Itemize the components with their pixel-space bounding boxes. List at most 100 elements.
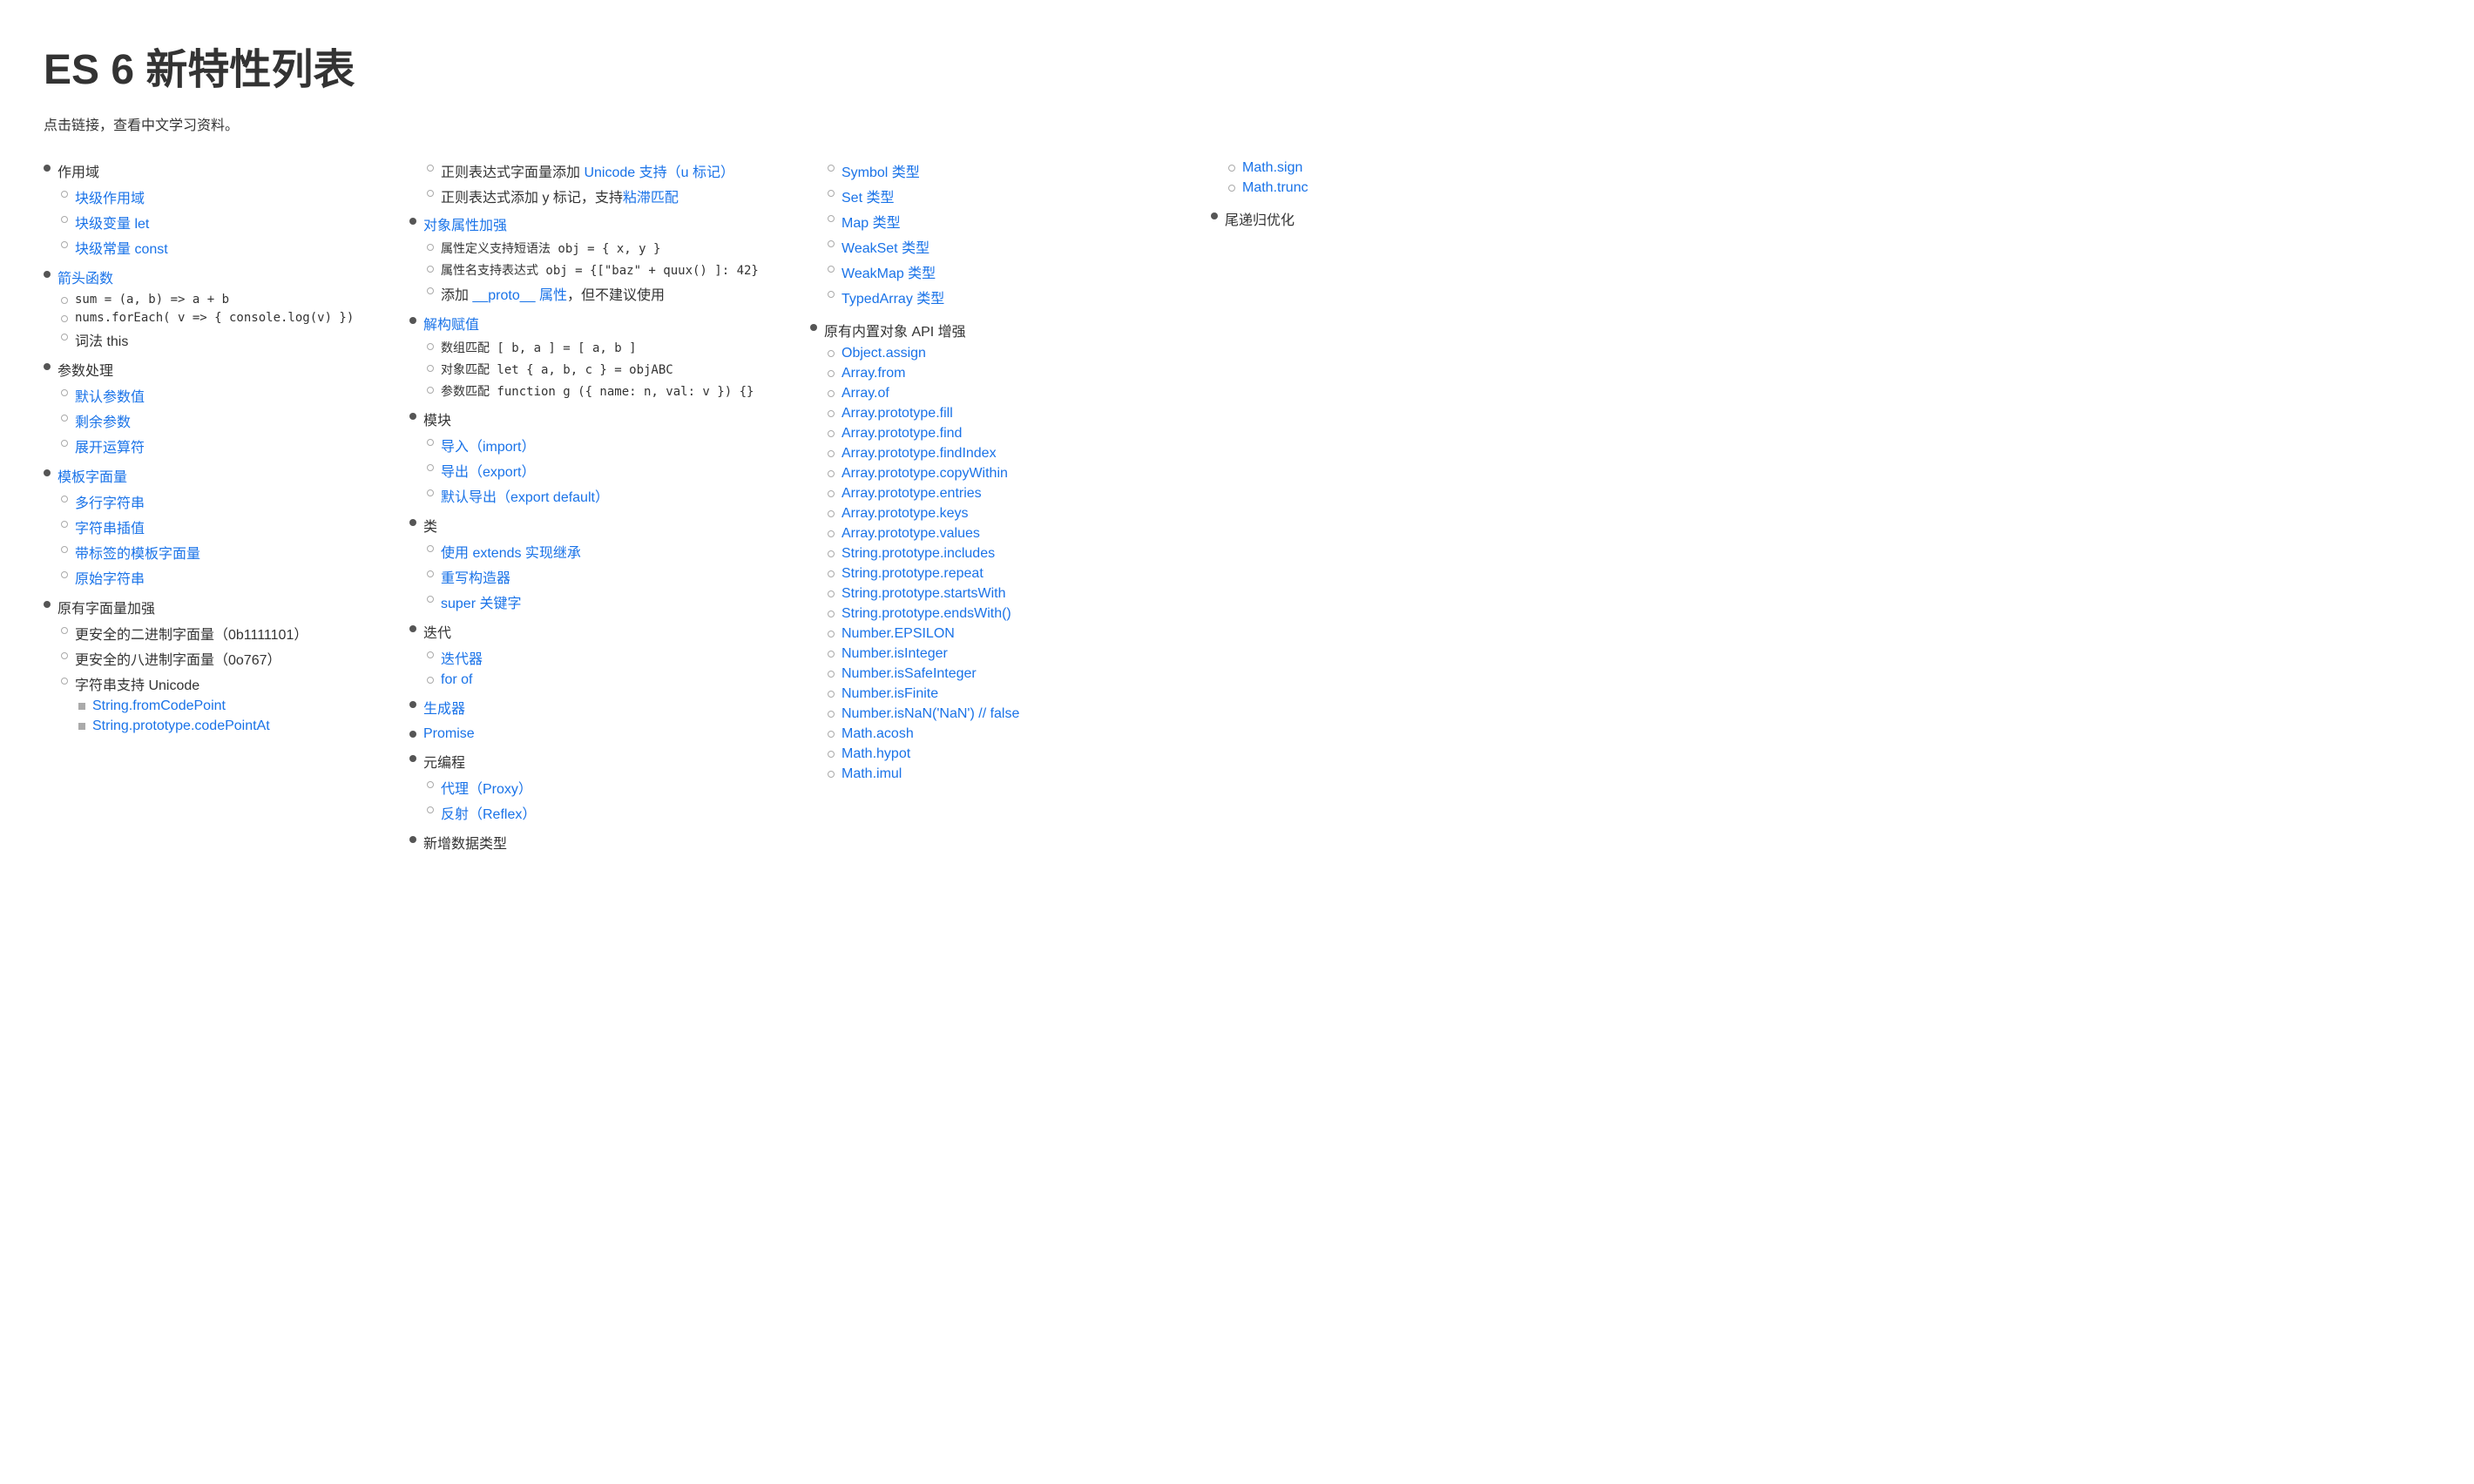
bullet-icon: [1228, 185, 1235, 192]
link-number-issafeinteger[interactable]: Number.isSafeInteger: [842, 666, 977, 682]
bullet-icon: [828, 350, 835, 357]
bullet-icon: [78, 723, 85, 730]
link-object-assign[interactable]: Object.assign: [842, 346, 926, 361]
link-number-isfinite[interactable]: Number.isFinite: [842, 686, 938, 702]
link-array-values[interactable]: Array.prototype.values: [842, 526, 980, 542]
link-array-keys[interactable]: Array.prototype.keys: [842, 506, 969, 522]
link-string-repeat[interactable]: String.prototype.repeat: [842, 566, 984, 582]
bullet-icon: [61, 571, 68, 578]
link-let[interactable]: 块级变量 let: [75, 212, 149, 233]
bullet-icon: [409, 218, 416, 225]
link-const[interactable]: 块级常量 const: [75, 237, 168, 258]
link-default-params[interactable]: 默认参数值: [75, 385, 145, 406]
link-for-of[interactable]: for of: [441, 672, 472, 688]
bullet-icon: [828, 266, 835, 273]
link-proto[interactable]: __proto__ 属性: [472, 288, 567, 303]
link-math-trunc[interactable]: Math.trunc: [1242, 180, 1308, 196]
link-proxy[interactable]: 代理（Proxy）: [441, 777, 532, 798]
link-arrow-fn[interactable]: 箭头函数: [57, 266, 113, 287]
link-math-acosh[interactable]: Math.acosh: [842, 726, 914, 742]
bullet-icon: [1211, 212, 1218, 219]
bullet-icon: [61, 191, 68, 198]
link-spread[interactable]: 展开运算符: [75, 435, 145, 456]
section-label: 模块: [423, 408, 451, 429]
bullet-icon: [828, 731, 835, 738]
link-array-copywithin[interactable]: Array.prototype.copyWithin: [842, 466, 1008, 482]
bullet-icon: [828, 410, 835, 417]
text-this: 词法 this: [75, 329, 128, 350]
link-block-scope[interactable]: 块级作用域: [75, 186, 145, 207]
bullet-icon: [828, 610, 835, 617]
column-4: Math.sign Math.trunc 尾递归优化: [1211, 160, 1455, 238]
link-string-includes[interactable]: String.prototype.includes: [842, 546, 995, 562]
bullet-icon: [61, 216, 68, 223]
link-array-from[interactable]: Array.from: [842, 366, 905, 381]
link-generator[interactable]: 生成器: [423, 697, 465, 718]
link-tagged-template[interactable]: 带标签的模板字面量: [75, 542, 200, 563]
link-multiline[interactable]: 多行字符串: [75, 491, 145, 512]
column-1: 作用域 块级作用域 块级变量 let 块级常量 const 箭头函数 sum =…: [44, 160, 375, 743]
bullet-icon: [61, 389, 68, 396]
bullet-icon: [409, 836, 416, 843]
bullet-icon: [427, 343, 434, 350]
link-string-startswith[interactable]: String.prototype.startsWith: [842, 586, 1006, 602]
link-map[interactable]: Map 类型: [842, 211, 901, 232]
bullet-icon: [427, 677, 434, 684]
section-label: 元编程: [423, 751, 465, 772]
link-array-of[interactable]: Array.of: [842, 386, 889, 401]
link-string-endswith[interactable]: String.prototype.endsWith(): [842, 606, 1011, 622]
link-set[interactable]: Set 类型: [842, 186, 894, 206]
link-sticky[interactable]: 粘滞匹配: [623, 191, 679, 206]
link-template-literal[interactable]: 模板字面量: [57, 465, 127, 486]
link-typedarray[interactable]: TypedArray 类型: [842, 287, 944, 307]
code-arrow-2: nums.forEach( v => { console.log(v) }): [75, 311, 354, 325]
link-from-code-point[interactable]: String.fromCodePoint: [92, 698, 226, 714]
link-unicode-flag[interactable]: Unicode 支持（u 标记）: [584, 165, 734, 180]
link-export-default[interactable]: 默认导出（export default）: [441, 485, 609, 506]
link-export[interactable]: 导出（export）: [441, 460, 535, 481]
text-tail-call: 尾递归优化: [1225, 208, 1294, 229]
link-raw-string[interactable]: 原始字符串: [75, 567, 145, 588]
bullet-icon: [828, 291, 835, 298]
bullet-icon: [427, 365, 434, 372]
link-array-findindex[interactable]: Array.prototype.findIndex: [842, 446, 997, 462]
link-number-isinteger[interactable]: Number.isInteger: [842, 646, 948, 662]
link-rest[interactable]: 剩余参数: [75, 410, 131, 431]
link-reflect[interactable]: 反射（Reflex）: [441, 802, 536, 823]
link-destructuring[interactable]: 解构赋值: [423, 313, 479, 334]
bullet-icon: [61, 415, 68, 422]
bullet-icon: [409, 625, 416, 632]
link-import[interactable]: 导入（import）: [441, 435, 535, 455]
link-super[interactable]: super 关键字: [441, 591, 521, 612]
bullet-icon: [61, 241, 68, 248]
bullet-icon: [828, 510, 835, 517]
bullet-icon: [427, 387, 434, 394]
link-symbol[interactable]: Symbol 类型: [842, 160, 920, 181]
code-dest-1: 数组匹配 [ b, a ] = [ a, b ]: [441, 339, 637, 356]
code-obj-1: 属性定义支持短语法 obj = { x, y }: [441, 239, 660, 257]
bullet-icon: [1228, 165, 1235, 172]
bullet-icon: [828, 430, 835, 437]
link-math-sign[interactable]: Math.sign: [1242, 160, 1302, 176]
link-interpolation[interactable]: 字符串插值: [75, 516, 145, 537]
link-iterator[interactable]: 迭代器: [441, 647, 483, 668]
link-constructor[interactable]: 重写构造器: [441, 566, 510, 587]
link-array-fill[interactable]: Array.prototype.fill: [842, 406, 953, 422]
link-math-hypot[interactable]: Math.hypot: [842, 746, 910, 762]
link-code-point-at[interactable]: String.prototype.codePointAt: [92, 718, 270, 734]
link-extends[interactable]: 使用 extends 实现继承: [441, 541, 581, 562]
link-weakset[interactable]: WeakSet 类型: [842, 236, 929, 257]
bullet-icon: [427, 806, 434, 813]
link-number-epsilon[interactable]: Number.EPSILON: [842, 626, 955, 642]
link-math-imul[interactable]: Math.imul: [842, 766, 902, 782]
bullet-icon: [828, 590, 835, 597]
link-array-find[interactable]: Array.prototype.find: [842, 426, 962, 442]
link-weakmap[interactable]: WeakMap 类型: [842, 261, 936, 282]
bullet-icon: [828, 711, 835, 718]
link-obj-props[interactable]: 对象属性加强: [423, 213, 507, 234]
bullet-icon: [427, 545, 434, 552]
link-number-isnan[interactable]: Number.isNaN('NaN') // false: [842, 706, 1019, 722]
link-array-entries[interactable]: Array.prototype.entries: [842, 486, 982, 502]
link-promise[interactable]: Promise: [423, 726, 475, 742]
bullet-icon: [810, 324, 817, 331]
